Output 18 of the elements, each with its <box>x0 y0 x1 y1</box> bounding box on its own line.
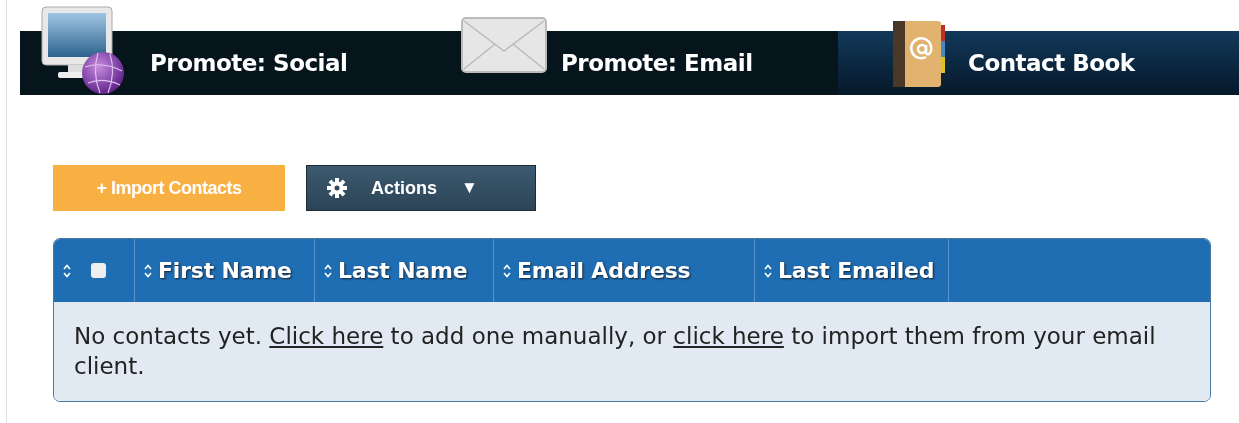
nav-tab[interactable]: Promote: Social <box>20 31 428 95</box>
nav-tab[interactable]: Promote: Email <box>428 31 838 95</box>
sort-icon[interactable] <box>764 263 772 278</box>
column-header[interactable]: First Name <box>158 258 292 283</box>
actions-button[interactable]: Actions ▼ <box>306 165 536 211</box>
column-header[interactable]: Last Name <box>338 258 468 283</box>
import-link[interactable]: click here <box>673 323 784 349</box>
sort-icon[interactable] <box>144 263 152 278</box>
sort-icon[interactable] <box>324 263 332 278</box>
sort-icon[interactable] <box>503 263 511 278</box>
column-header[interactable]: Email Address <box>517 258 691 283</box>
gear-icon <box>327 178 347 198</box>
select-all-checkbox[interactable] <box>91 263 106 278</box>
sort-icon[interactable] <box>63 263 71 278</box>
column-header[interactable]: Last Emailed <box>778 258 935 283</box>
add-contact-link[interactable]: Click here <box>269 323 384 349</box>
envelope-icon <box>461 17 547 73</box>
empty-message: No contacts yet. Click here to add one manually, or click here to import them from your email client. <box>74 322 1157 381</box>
